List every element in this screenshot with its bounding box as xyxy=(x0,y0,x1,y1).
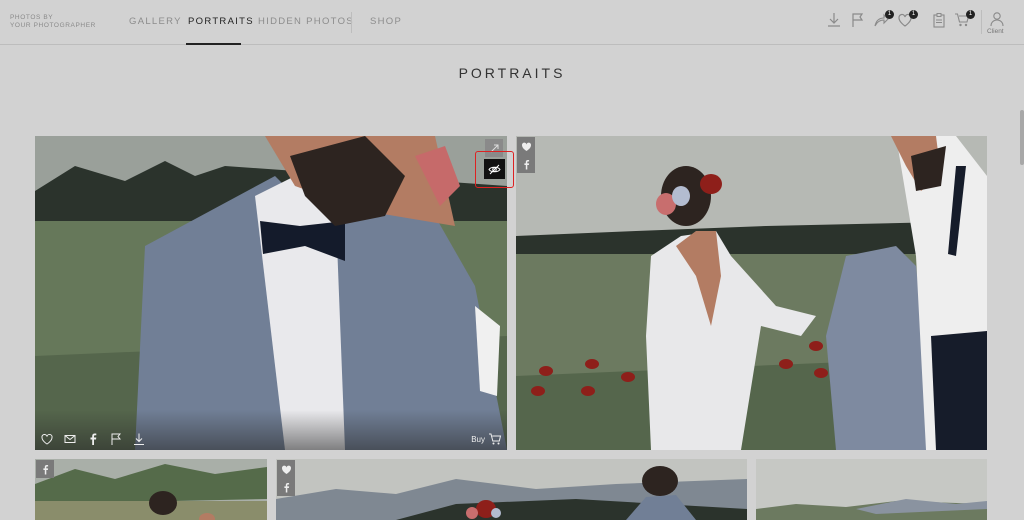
nav-shop[interactable]: SHOP xyxy=(370,16,402,27)
facebook-icon xyxy=(523,159,529,169)
flag-icon[interactable] xyxy=(850,12,866,30)
photo-thumbnail-3[interactable] xyxy=(35,459,267,520)
email-icon[interactable] xyxy=(63,432,77,446)
heart-icon xyxy=(521,142,531,151)
brand-logo[interactable]: PHOTOS BY YOUR PHOTOGRAPHER xyxy=(10,14,96,30)
photo-couple-field[interactable] xyxy=(516,136,987,450)
like-button[interactable] xyxy=(517,137,535,155)
like-icon[interactable] xyxy=(40,432,54,446)
facebook-share-button[interactable] xyxy=(277,478,295,496)
nav-portraits[interactable]: PORTRAITS xyxy=(188,16,254,27)
share-badge: 1 xyxy=(885,10,894,19)
nav-hidden-photos[interactable]: HIDDEN PHOTOS xyxy=(258,16,354,27)
nav-gallery[interactable]: GALLERY xyxy=(129,16,182,27)
thumbnail-4-image xyxy=(276,459,747,520)
photo-toolbar xyxy=(35,410,507,450)
buy-button[interactable]: Buy xyxy=(471,435,485,444)
heart-icon xyxy=(281,465,291,474)
cart-icon[interactable] xyxy=(488,432,502,446)
facebook-share-button[interactable] xyxy=(517,155,535,173)
eye-slash-icon xyxy=(488,164,501,174)
like-button[interactable] xyxy=(277,460,295,478)
thumbnail-3-image xyxy=(35,459,267,520)
download-icon[interactable] xyxy=(132,432,146,446)
couple-field-image xyxy=(516,136,987,450)
hide-photo-button[interactable] xyxy=(484,159,505,179)
photo-thumbnail-4[interactable] xyxy=(276,459,747,520)
heart-icon[interactable]: 1 xyxy=(897,10,918,30)
page-scrollbar[interactable] xyxy=(1020,110,1024,165)
user-icon[interactable] xyxy=(989,11,1005,29)
share-icon[interactable]: 1 xyxy=(873,10,894,30)
header-separator xyxy=(981,10,982,34)
clipboard-icon[interactable] xyxy=(931,12,947,30)
cart-badge: 1 xyxy=(966,10,975,19)
brand-line-1: PHOTOS BY xyxy=(10,14,54,21)
cart-icon[interactable]: 1 xyxy=(954,10,975,30)
thumbnail-5-image xyxy=(756,459,987,520)
favorites-badge: 1 xyxy=(909,10,918,19)
client-label[interactable]: Client xyxy=(987,28,1004,35)
page-title: PORTRAITS xyxy=(458,65,566,81)
top-header: PHOTOS BY YOUR PHOTOGRAPHER GALLERY PORT… xyxy=(0,0,1024,45)
download-icon[interactable] xyxy=(826,12,842,30)
facebook-icon xyxy=(42,464,48,474)
active-nav-indicator xyxy=(186,43,241,45)
brand-line-2: YOUR PHOTOGRAPHER xyxy=(10,22,96,29)
flag-icon[interactable] xyxy=(109,432,123,446)
facebook-icon xyxy=(283,482,289,492)
facebook-icon[interactable] xyxy=(86,432,100,446)
groom-portrait-image xyxy=(35,136,507,450)
nav-divider xyxy=(351,12,352,33)
photo-groom-portrait[interactable]: Buy xyxy=(35,136,507,450)
photo-thumbnail-5[interactable] xyxy=(756,459,987,520)
facebook-share-button[interactable] xyxy=(36,460,54,478)
